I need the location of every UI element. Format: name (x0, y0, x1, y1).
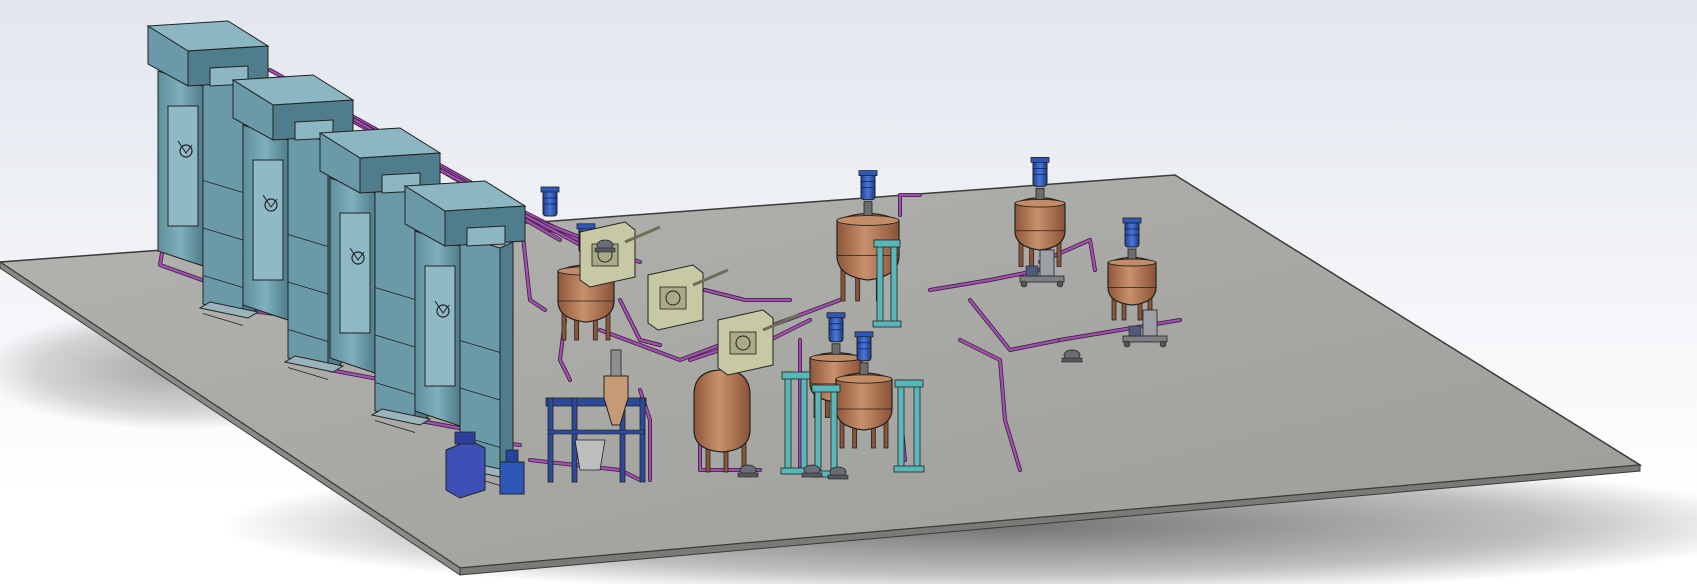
tank-body (693, 369, 751, 453)
agitator-motor (856, 334, 872, 362)
frame-base (872, 320, 902, 328)
frame-post (814, 384, 822, 476)
agitator-motor (828, 315, 844, 343)
frame-post (876, 239, 884, 326)
collector-inlet (454, 431, 476, 445)
agitator-shaft (1035, 187, 1045, 200)
blower-body (499, 461, 525, 495)
skid-wheel (1159, 340, 1167, 348)
collector-body (445, 439, 486, 499)
skid-wheel (1056, 280, 1064, 288)
manifold-motor[interactable] (540, 186, 560, 217)
collection-hopper (574, 439, 606, 471)
station-top-beam (545, 397, 647, 407)
cyclone-inlet (610, 349, 622, 377)
tower-drum (252, 159, 284, 281)
frame-post (913, 379, 921, 471)
motor-cap (576, 223, 596, 230)
frame-top-beam (781, 371, 811, 380)
motor-cap (858, 170, 878, 177)
agitator-shaft (831, 343, 841, 355)
station-mid-beam (547, 429, 645, 435)
cad-viewport[interactable] (0, 0, 1697, 584)
skid-wheel (1020, 280, 1028, 288)
agitator-shaft (1127, 248, 1137, 260)
plant-layout-3d-view[interactable] (0, 0, 1697, 584)
frame-post (890, 239, 898, 326)
vessel-head (809, 353, 863, 362)
skid-filter (1039, 249, 1055, 277)
tower-drum (424, 265, 456, 387)
tower-drum (167, 105, 199, 227)
agitator-motor (542, 189, 558, 217)
mill-panel (659, 286, 687, 310)
motor-cap (1122, 217, 1142, 224)
pump-base (1061, 357, 1083, 363)
pump-base (827, 474, 849, 480)
skid-base (1019, 275, 1065, 283)
tower-drum (339, 212, 371, 334)
frame-post (784, 371, 792, 473)
frame-top-beam (873, 239, 901, 248)
motor-cap (540, 186, 560, 193)
station-post (547, 397, 554, 483)
tower-support-side (499, 241, 514, 477)
skid-pump (1128, 325, 1142, 337)
frame-top-beam (894, 379, 924, 388)
tower-cap-box (466, 225, 506, 247)
agitator-motor (860, 173, 876, 201)
motor-cap (1030, 156, 1050, 163)
vessel-head (1014, 198, 1066, 208)
motor-cap (854, 331, 874, 338)
frame-post (897, 379, 905, 471)
station-post (639, 397, 646, 483)
blower-motor (505, 449, 519, 463)
agitator-shaft (863, 201, 873, 217)
skid-filter (1142, 309, 1158, 337)
agitator-shaft (859, 362, 869, 376)
pump-base (737, 472, 759, 478)
frame-post (800, 371, 808, 473)
agitator-motor (1032, 159, 1048, 187)
agitator-motor (1124, 220, 1140, 248)
frame-top-beam (811, 384, 841, 393)
skid-wheel (1123, 340, 1131, 348)
vessel-head (1107, 258, 1157, 267)
motor-cap (826, 312, 846, 319)
pump-base (801, 472, 823, 478)
frame-base (893, 465, 925, 473)
pump-base (594, 247, 616, 253)
vessel-head (836, 215, 900, 226)
skid-base (1122, 335, 1168, 343)
vessel-head (835, 374, 893, 384)
mill-panel (729, 331, 757, 355)
frame-post (830, 384, 838, 476)
skid-pump (1025, 265, 1039, 277)
